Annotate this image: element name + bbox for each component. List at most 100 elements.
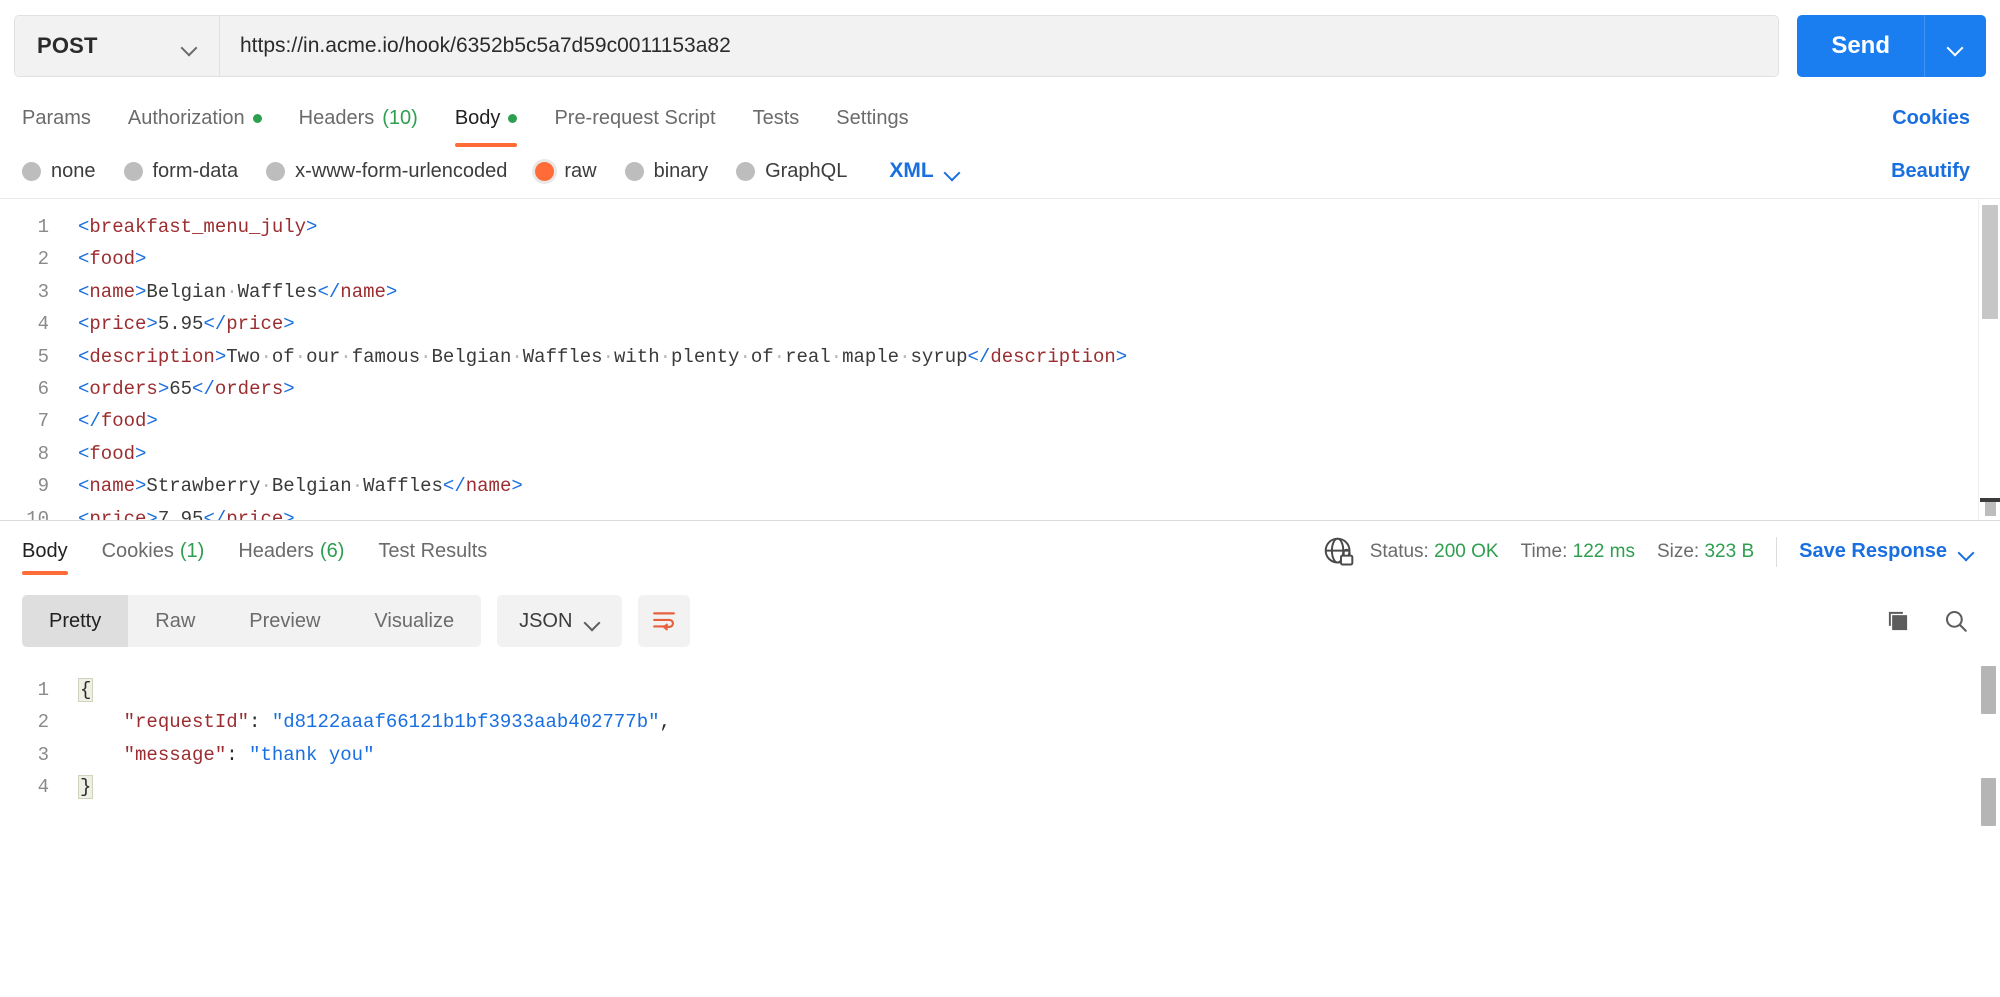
line-number: 2 bbox=[37, 711, 49, 734]
time-label: Time: 122 ms bbox=[1521, 541, 1635, 563]
view-mode-pretty[interactable]: Pretty bbox=[22, 595, 129, 647]
code-line: <name>Strawberry·Belgian·Waffles</name> bbox=[78, 475, 523, 498]
tab-tests[interactable]: Tests bbox=[753, 92, 800, 144]
code-line: <orders>65</orders> bbox=[78, 378, 295, 401]
tab-count: (6) bbox=[319, 540, 345, 562]
code-line: <description>Two·of·our·famous·Belgian·W… bbox=[78, 345, 1128, 368]
code-line: <food> bbox=[78, 442, 147, 465]
response-scrollbar[interactable] bbox=[1978, 660, 2000, 997]
tab-label: Test Results bbox=[378, 540, 488, 562]
request-line-numbers: 123456789101112 bbox=[0, 211, 62, 520]
response-line-numbers: 1 2 3 4 bbox=[0, 674, 62, 997]
body-language-value: XML bbox=[889, 159, 934, 182]
response-body-viewer[interactable]: 1 2 3 4 { "requestId": "d8122aaaf66121b1bf3… bbox=[0, 660, 2000, 997]
cookies-link[interactable]: Cookies bbox=[1892, 107, 1978, 130]
save-response-button[interactable]: Save Response bbox=[1799, 540, 1978, 563]
send-options-button[interactable] bbox=[1924, 15, 1986, 77]
radio-icon bbox=[123, 161, 143, 181]
url-group: POST bbox=[14, 15, 1780, 77]
response-toolbar: Pretty Raw Preview Visualize JSON bbox=[0, 582, 2000, 660]
radio-icon bbox=[266, 161, 286, 181]
tab-count: (1) bbox=[179, 540, 205, 562]
url-input[interactable] bbox=[220, 16, 1779, 76]
line-number: 3 bbox=[37, 280, 49, 303]
scrollbar-thumb-secondary[interactable] bbox=[1981, 778, 1996, 826]
body-type-x-www-form-urlencoded[interactable]: x-www-form-urlencoded bbox=[266, 160, 507, 183]
chevron-down-icon bbox=[182, 42, 197, 51]
view-mode-visualize[interactable]: Visualize bbox=[347, 595, 481, 647]
tab-label: Params bbox=[22, 106, 91, 129]
line-number: 1 bbox=[37, 679, 49, 701]
line-number: 5 bbox=[37, 345, 49, 368]
time-label-text: Time: bbox=[1520, 540, 1568, 562]
body-language-select[interactable]: XML bbox=[889, 159, 959, 183]
scrollbar-thumb[interactable] bbox=[1981, 666, 1996, 714]
response-tab-headers[interactable]: Headers (6) bbox=[238, 521, 344, 583]
response-format-value: JSON bbox=[519, 609, 573, 632]
copy-icon[interactable] bbox=[1884, 607, 1912, 635]
view-mode-raw[interactable]: Raw bbox=[128, 595, 222, 647]
line-number: 8 bbox=[37, 442, 49, 465]
scrollbar-thumb[interactable] bbox=[1982, 205, 1998, 319]
scroll-down-handle[interactable] bbox=[1980, 498, 2000, 516]
tab-label: Cookies bbox=[101, 540, 174, 562]
status-label: Status: 200 OK bbox=[1370, 541, 1499, 563]
size-label: Size: 323 B bbox=[1657, 541, 1754, 563]
response-code-lines[interactable]: { "requestId": "d8122aaaf66121b1bf3933aa… bbox=[62, 674, 1978, 997]
response-format-select[interactable]: JSON bbox=[497, 595, 623, 647]
request-body-editor[interactable]: 123456789101112 <breakfast_menu_july><fo… bbox=[0, 198, 2000, 520]
view-mode-preview[interactable]: Preview bbox=[222, 595, 347, 647]
response-code-area[interactable]: 1 2 3 4 { "requestId": "d8122aaaf66121b1bf3… bbox=[0, 660, 1978, 997]
beautify-button[interactable]: Beautify bbox=[1891, 160, 1978, 183]
tab-body[interactable]: Body bbox=[454, 92, 518, 147]
response-tab-body[interactable]: Body bbox=[22, 521, 68, 583]
chevron-down-icon bbox=[585, 617, 600, 626]
line-number: 1 bbox=[37, 216, 49, 238]
body-type-binary[interactable]: binary bbox=[624, 160, 708, 183]
wrap-lines-button[interactable] bbox=[638, 595, 691, 647]
code-line: <name>Belgian·Waffles</name> bbox=[78, 280, 398, 303]
tab-authorization[interactable]: Authorization bbox=[128, 92, 262, 144]
search-icon[interactable] bbox=[1942, 607, 1970, 635]
modified-dot-icon bbox=[252, 113, 262, 123]
radio-label: form-data bbox=[152, 159, 239, 182]
http-method-value: POST bbox=[37, 33, 98, 58]
request-code-lines[interactable]: <breakfast_menu_july> <food> <name>Belgian… bbox=[62, 211, 1978, 520]
radio-icon bbox=[624, 161, 644, 181]
tab-label: Headers bbox=[238, 540, 314, 562]
code-line: { bbox=[78, 678, 94, 702]
request-editor-scrollbar[interactable] bbox=[1978, 199, 2000, 520]
status-value: 200 OK bbox=[1434, 540, 1499, 562]
modified-dot-icon bbox=[508, 113, 518, 123]
body-type-raw[interactable]: raw bbox=[535, 160, 597, 183]
status-label-text: Status: bbox=[1369, 540, 1429, 562]
size-value: 323 B bbox=[1704, 540, 1755, 562]
tab-params[interactable]: Params bbox=[22, 92, 91, 144]
chevron-down-icon bbox=[945, 167, 960, 176]
code-line: <price>7.95</price> bbox=[78, 507, 295, 520]
body-type-graphql[interactable]: GraphQL bbox=[736, 160, 847, 183]
api-client-window: POST Send Params Authorization Headers (… bbox=[0, 0, 2000, 997]
code-line: </food> bbox=[78, 410, 158, 433]
response-tab-test-results[interactable]: Test Results bbox=[378, 521, 487, 583]
send-button[interactable]: Send bbox=[1797, 15, 1924, 77]
url-bar: POST Send bbox=[0, 0, 2000, 92]
line-number: 3 bbox=[37, 743, 49, 766]
line-number: 9 bbox=[37, 475, 49, 498]
tab-label: Tests bbox=[752, 106, 800, 129]
tab-headers[interactable]: Headers (10) bbox=[299, 92, 418, 144]
code-line: <breakfast_menu_july> bbox=[78, 216, 318, 238]
http-method-select[interactable]: POST bbox=[15, 16, 220, 76]
response-actions bbox=[1884, 607, 1978, 635]
tab-label: Headers bbox=[298, 106, 375, 129]
radio-label: GraphQL bbox=[765, 159, 848, 182]
code-line: <food> bbox=[78, 248, 147, 271]
tab-settings[interactable]: Settings bbox=[836, 92, 908, 144]
request-code-area[interactable]: 123456789101112 <breakfast_menu_july><fo… bbox=[0, 199, 1978, 520]
body-type-none[interactable]: none bbox=[22, 160, 96, 183]
tab-pre-request-script[interactable]: Pre-request Script bbox=[554, 92, 715, 144]
body-type-form-data[interactable]: form-data bbox=[123, 159, 239, 183]
chevron-down-icon bbox=[1959, 547, 1974, 556]
response-tab-cookies[interactable]: Cookies (1) bbox=[102, 521, 205, 583]
tab-count: (10) bbox=[382, 106, 418, 129]
